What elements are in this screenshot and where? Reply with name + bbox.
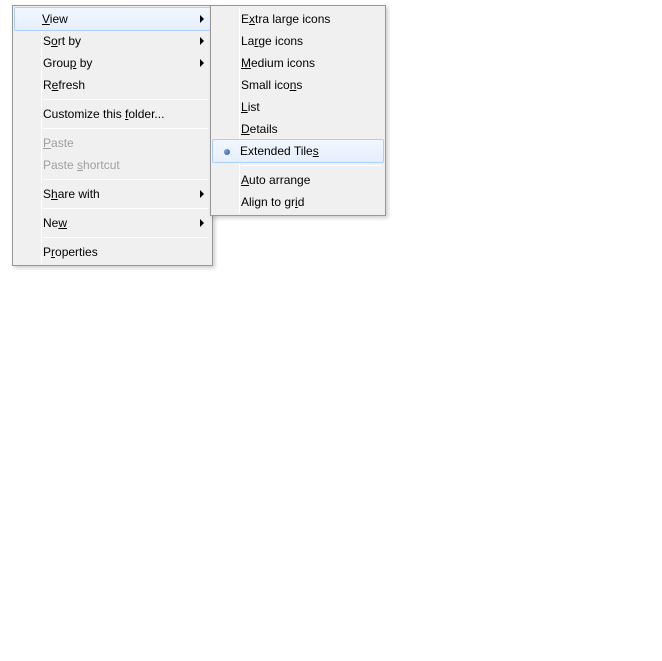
menu-item-label: Refresh bbox=[43, 78, 190, 92]
context-menu-view-submenu: Extra large icons Large icons Medium icons… bbox=[210, 5, 386, 216]
menu-item-label: New bbox=[43, 216, 190, 230]
label-post: hortcut bbox=[83, 158, 120, 172]
menu-item-list[interactable]: List bbox=[213, 96, 383, 118]
label-hotkey: D bbox=[241, 122, 250, 136]
menu-item-extra-large-icons[interactable]: Extra large icons bbox=[213, 8, 383, 30]
context-menu-main: View Sort by Group by Refresh Customize this… bbox=[12, 5, 213, 266]
label-pre: P bbox=[43, 245, 51, 259]
menu-item-medium-icons[interactable]: Medium icons bbox=[213, 52, 383, 74]
menu-item-large-icons[interactable]: Large icons bbox=[213, 30, 383, 52]
label-pre: Small ico bbox=[241, 78, 290, 92]
label-pre: Grou bbox=[43, 56, 70, 70]
label-hotkey: o bbox=[51, 34, 58, 48]
menu-separator bbox=[43, 99, 208, 100]
menu-item-group-by[interactable]: Group by bbox=[15, 52, 210, 74]
radio-indicator bbox=[213, 144, 240, 158]
menu-item-properties[interactable]: Properties bbox=[15, 241, 210, 263]
menu-item-auto-arrange[interactable]: Auto arrange bbox=[213, 169, 383, 191]
menu-item-label: Group by bbox=[43, 56, 190, 70]
menu-item-view[interactable]: View bbox=[14, 7, 211, 31]
menu-separator bbox=[43, 179, 208, 180]
menu-item-label: Paste bbox=[43, 136, 190, 150]
label-hotkey: L bbox=[241, 100, 248, 114]
label-pre: Paste bbox=[43, 158, 77, 172]
label-post: uto arrange bbox=[249, 173, 310, 187]
menu-item-label: Align to grid bbox=[241, 195, 363, 209]
submenu-arrow-icon bbox=[200, 219, 204, 227]
label-hotkey: V bbox=[42, 12, 50, 26]
menu-item-label: Small icons bbox=[241, 78, 363, 92]
label-pre: Ne bbox=[43, 216, 58, 230]
label-hotkey: A bbox=[241, 173, 249, 187]
menu-item-label: Extended Tiles bbox=[240, 144, 363, 158]
label-pre: R bbox=[43, 78, 52, 92]
label-post: are with bbox=[58, 187, 100, 201]
menu-item-label: Medium icons bbox=[241, 56, 363, 70]
label-post: d bbox=[298, 195, 305, 209]
label-pre: Customize this bbox=[43, 107, 125, 121]
menu-item-label: Auto arrange bbox=[241, 173, 363, 187]
label-hotkey: h bbox=[51, 187, 58, 201]
menu-item-details[interactable]: Details bbox=[213, 118, 383, 140]
menu-item-extended-tiles[interactable]: Extended Tiles bbox=[212, 139, 384, 163]
label-post: etails bbox=[250, 122, 278, 136]
menu-separator bbox=[43, 237, 208, 238]
label-hotkey: P bbox=[43, 136, 51, 150]
label-post: operties bbox=[55, 245, 98, 259]
menu-separator bbox=[43, 208, 208, 209]
label-pre: La bbox=[241, 34, 254, 48]
menu-item-share-with[interactable]: Share with bbox=[15, 183, 210, 205]
submenu-arrow-icon bbox=[200, 15, 204, 23]
label-post: by bbox=[76, 56, 92, 70]
menu-item-new[interactable]: New bbox=[15, 212, 210, 234]
label-hotkey: M bbox=[241, 56, 251, 70]
submenu-arrow-icon bbox=[200, 37, 204, 45]
menu-item-paste-shortcut: Paste shortcut bbox=[15, 154, 210, 176]
label-pre: Align to gr bbox=[241, 195, 295, 209]
menu-item-label: Extra large icons bbox=[241, 12, 363, 26]
label-post: fresh bbox=[58, 78, 85, 92]
label-post: rt by bbox=[58, 34, 81, 48]
label-pre: Extended Tile bbox=[240, 144, 313, 158]
radio-dot-icon bbox=[224, 149, 230, 155]
label-post: ge icons bbox=[258, 34, 303, 48]
label-pre: S bbox=[43, 34, 51, 48]
menu-item-sort-by[interactable]: Sort by bbox=[15, 30, 210, 52]
label-post: ist bbox=[248, 100, 260, 114]
menu-separator bbox=[43, 128, 208, 129]
label-post: iew bbox=[50, 12, 68, 26]
menu-item-label: Customize this folder... bbox=[43, 107, 190, 121]
menu-item-label: Paste shortcut bbox=[43, 158, 190, 172]
label-post: aste bbox=[51, 136, 74, 150]
label-post: edium icons bbox=[251, 56, 315, 70]
menu-separator bbox=[241, 165, 381, 166]
label-pre: E bbox=[241, 12, 249, 26]
label-post: older... bbox=[128, 107, 164, 121]
label-post: tra large icons bbox=[255, 12, 330, 26]
label-hotkey: w bbox=[58, 216, 67, 230]
submenu-arrow-icon bbox=[200, 190, 204, 198]
label-pre: S bbox=[43, 187, 51, 201]
submenu-arrow-icon bbox=[200, 59, 204, 67]
label-post: s bbox=[296, 78, 302, 92]
menu-item-small-icons[interactable]: Small icons bbox=[213, 74, 383, 96]
label-hotkey: s bbox=[313, 144, 319, 158]
menu-item-label: Large icons bbox=[241, 34, 363, 48]
menu-item-label: Details bbox=[241, 122, 363, 136]
menu-item-paste: Paste bbox=[15, 132, 210, 154]
menu-item-label: List bbox=[241, 100, 363, 114]
menu-item-label: View bbox=[42, 12, 190, 26]
menu-item-label: Sort by bbox=[43, 34, 190, 48]
menu-item-refresh[interactable]: Refresh bbox=[15, 74, 210, 96]
menu-item-align-to-grid[interactable]: Align to grid bbox=[213, 191, 383, 213]
menu-item-customize-this-folder[interactable]: Customize this folder... bbox=[15, 103, 210, 125]
menu-item-label: Properties bbox=[43, 245, 190, 259]
menu-item-label: Share with bbox=[43, 187, 190, 201]
